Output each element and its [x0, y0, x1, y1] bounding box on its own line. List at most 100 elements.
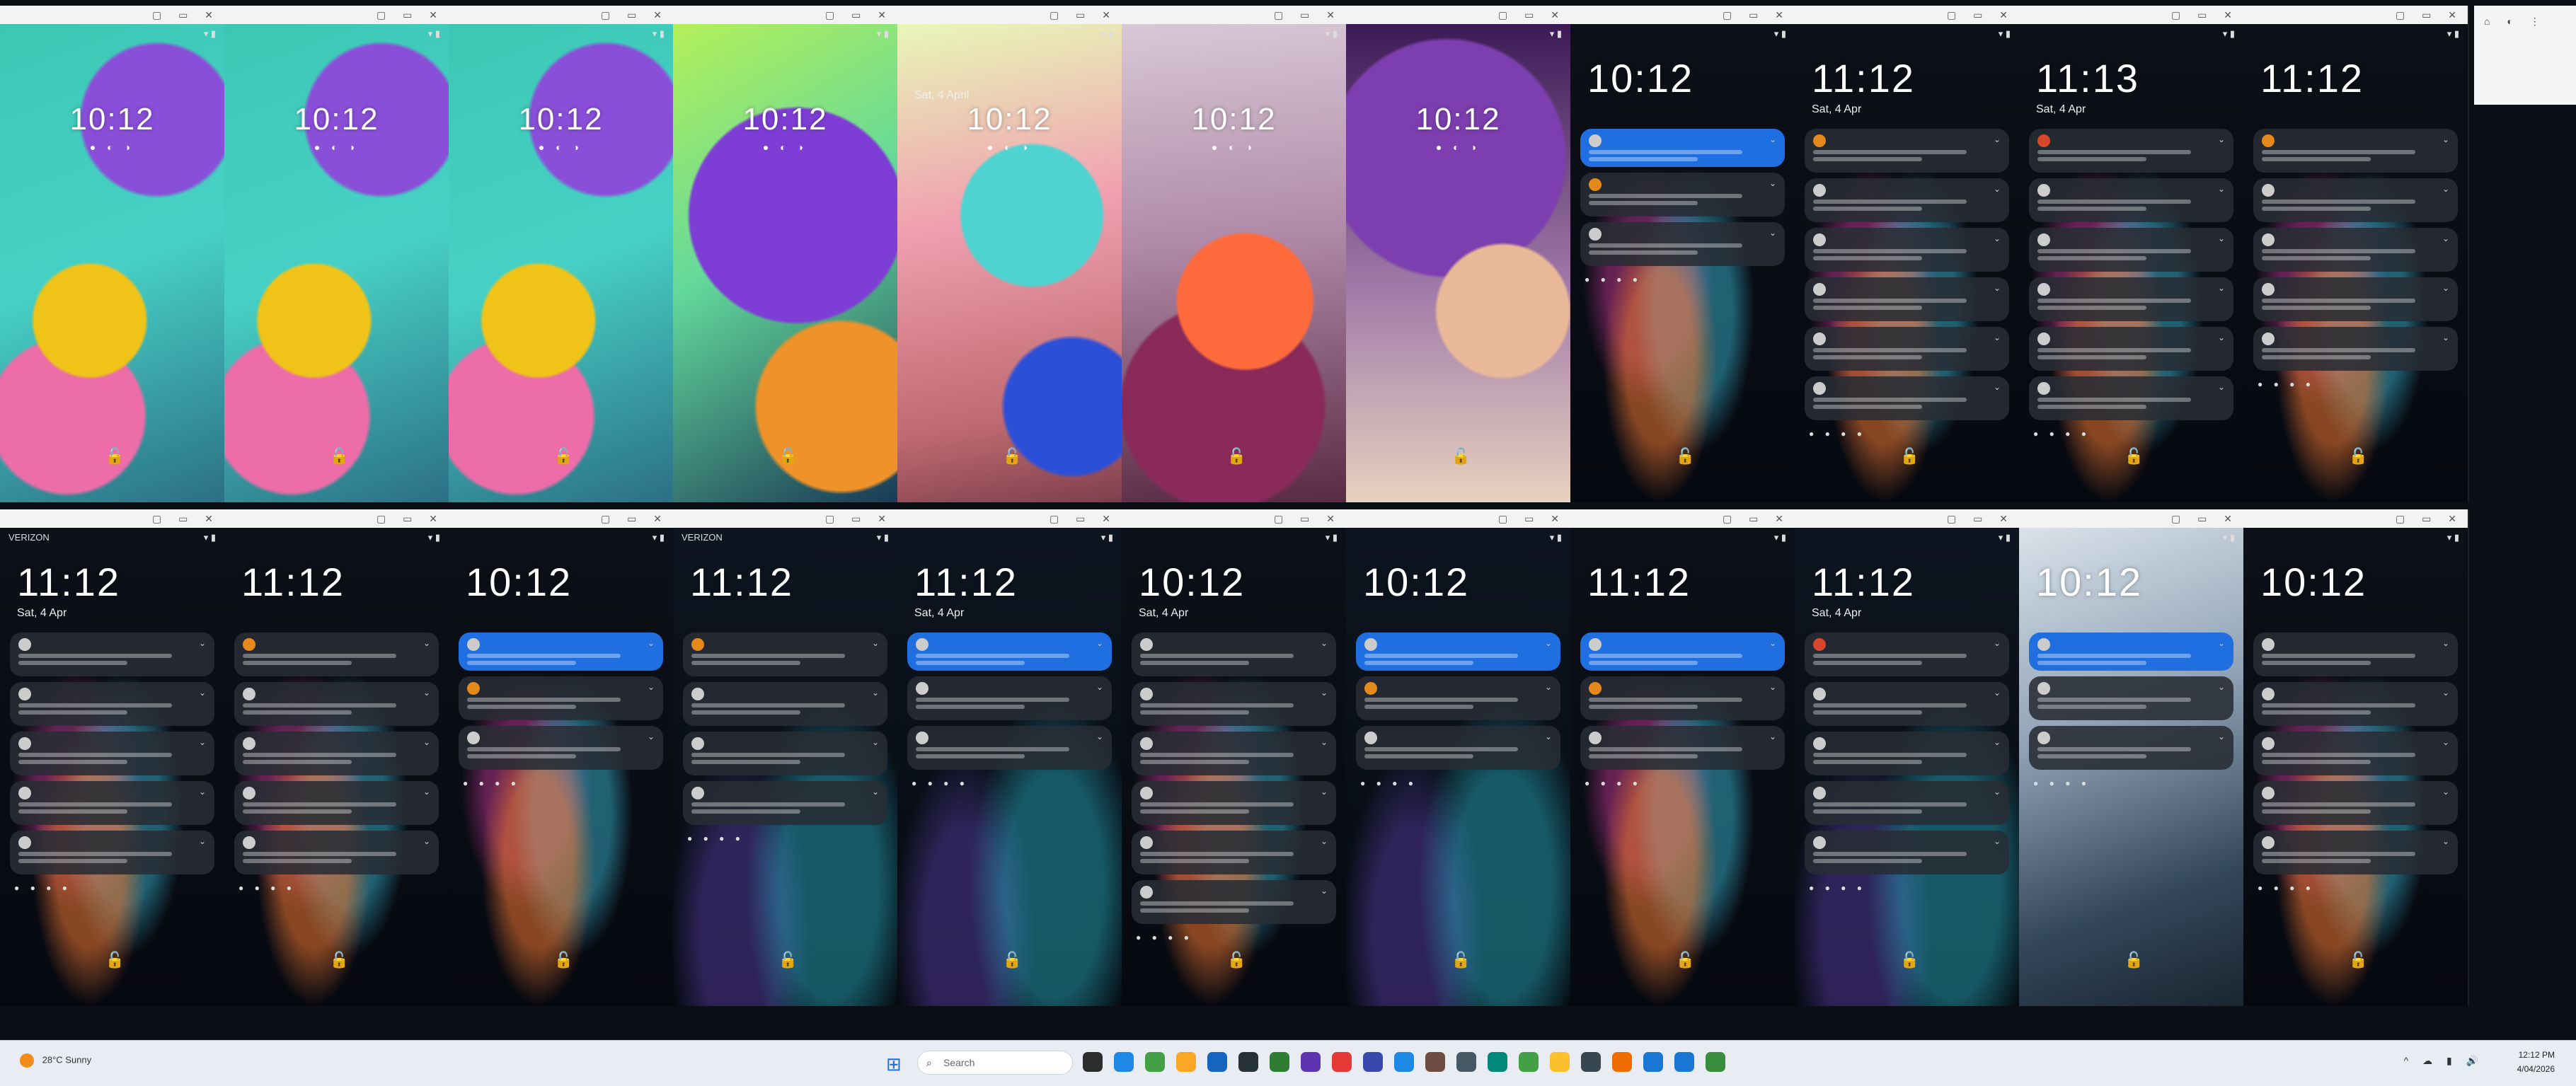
weather-widget[interactable]: 28°C Sunny — [20, 1053, 91, 1068]
chevron-down-icon[interactable]: ⌄ — [423, 737, 430, 747]
chevron-down-icon[interactable]: ⌄ — [1321, 638, 1328, 648]
window-controls[interactable]: ▢ ▭ ✕ — [601, 509, 669, 528]
chevron-down-icon[interactable]: ⌄ — [1769, 638, 1776, 648]
chevron-down-icon[interactable]: ⌄ — [1545, 638, 1552, 648]
notification-card[interactable]: ⌄ — [1805, 632, 2009, 676]
notification-card[interactable]: ⌄ — [1805, 129, 2009, 173]
window-controls[interactable]: ▢ ▭ ✕ — [1723, 6, 1790, 24]
window-controls[interactable]: ▢ ▭ ✕ — [1723, 509, 1790, 528]
chevron-down-icon[interactable]: ⌄ — [1096, 638, 1103, 648]
notification-card[interactable]: ⌄ — [2029, 129, 2233, 173]
chevron-down-icon[interactable]: ⌄ — [1096, 732, 1103, 741]
window-titlebar[interactable]: ▢ ▭ ✕ — [0, 509, 224, 528]
chevron-down-icon[interactable]: ⌄ — [872, 737, 879, 747]
chevron-down-icon[interactable]: ⌄ — [423, 688, 430, 698]
lock-screen[interactable]: VERIZON ▾ ▮ 11:12 ⌄ ⌄ ⌄ ⌄ ● ● ● ● 🔓 — [673, 528, 897, 1006]
lock-screen[interactable]: ▾ ▮ 11:12 Sat, 4 Apr ⌄ ⌄ ⌄ ⌄ ⌄ ● ● ● ● 🔓 — [1795, 528, 2019, 1006]
notification-card[interactable]: ⌄ — [10, 732, 214, 775]
notification-card[interactable]: ⌄ — [1805, 376, 2009, 420]
taskbar-app-icon[interactable] — [1581, 1052, 1601, 1072]
taskbar-app-icon[interactable] — [1083, 1052, 1103, 1072]
notification-card[interactable]: ⌄ — [1805, 228, 2009, 272]
phone-window-p15[interactable]: ▢ ▭ ✕ VERIZON ▾ ▮ 11:12 ⌄ ⌄ ⌄ ⌄ ● ● ● ● 🔓 — [673, 509, 899, 1006]
chevron-down-icon[interactable]: ⌄ — [872, 787, 879, 797]
notification-card[interactable]: ⌄ — [234, 831, 439, 874]
phone-window-p14[interactable]: ▢ ▭ ✕ ▾ ▮ 10:12 ⌄ ⌄ ⌄ ● ● ● ● 🔓 — [449, 509, 674, 1006]
lock-screen[interactable]: ▾ ▮ 11:12 ⌄ ⌄ ⌄ ⌄ ⌄ ● ● ● ● 🔓 — [2243, 24, 2468, 502]
notification-card[interactable]: ⌄ — [2029, 228, 2233, 272]
notification-card[interactable]: ⌄ — [683, 682, 887, 726]
notification-card[interactable]: ⌄ — [234, 682, 439, 726]
chevron-down-icon[interactable]: ⌄ — [872, 638, 879, 648]
notification-card[interactable]: ⌄ — [1805, 327, 2009, 371]
window-titlebar[interactable]: ▢ ▭ ✕ — [0, 6, 224, 24]
window-controls[interactable]: ▢ ▭ ✕ — [152, 6, 220, 24]
notification-card[interactable]: ⌄ — [1580, 726, 1785, 770]
notification-card[interactable]: ⌄ — [459, 676, 663, 720]
chevron-down-icon[interactable]: ⌄ — [1769, 178, 1776, 188]
notification-card[interactable]: ⌄ — [10, 831, 214, 874]
chevron-down-icon[interactable]: ⌄ — [199, 737, 206, 747]
notification-card[interactable]: ⌄ — [10, 781, 214, 825]
lock-screen[interactable]: ▾ ▮ 10:12 ● ◐ ◑ 🔓 — [673, 24, 897, 502]
notification-card[interactable]: ⌄ — [2029, 632, 2233, 671]
notification-card[interactable]: ⌄ — [234, 632, 439, 676]
window-titlebar[interactable]: ▢ ▭ ✕ — [1122, 509, 1346, 528]
chevron-down-icon[interactable]: ⌄ — [2218, 283, 2225, 293]
chevron-down-icon[interactable]: ⌄ — [2218, 184, 2225, 194]
notification-card[interactable]: ⌄ — [683, 732, 887, 775]
windows-start-icon[interactable]: ⊞ — [886, 1053, 902, 1075]
taskbar-app-icon[interactable] — [1550, 1052, 1570, 1072]
chevron-down-icon[interactable]: ⌄ — [1769, 228, 1776, 238]
notification-card[interactable]: ⌄ — [1132, 831, 1336, 874]
chevron-down-icon[interactable]: ⌄ — [872, 688, 879, 698]
chevron-down-icon[interactable]: ⌄ — [2442, 283, 2449, 293]
window-controls[interactable]: ▢ ▭ ✕ — [1947, 509, 2015, 528]
phone-window-p1[interactable]: ▢ ▭ ✕ ▾ ▮ 10:12 ● ◐ ◑ 🔓 — [0, 6, 226, 502]
notification-card[interactable]: ⌄ — [1805, 732, 2009, 775]
phone-window-p20[interactable]: ▢ ▭ ✕ ▾ ▮ 11:12 Sat, 4 Apr ⌄ ⌄ ⌄ ⌄ ⌄ ● ● ● ● 🔓 — [1795, 509, 2020, 1006]
window-titlebar[interactable]: ▢ ▭ ✕ — [673, 6, 897, 24]
chevron-down-icon[interactable]: ⌄ — [2218, 382, 2225, 392]
window-titlebar[interactable]: ▢ ▭ ✕ — [897, 6, 1122, 24]
notification-card[interactable]: ⌄ — [683, 781, 887, 825]
notification-card[interactable]: ⌄ — [459, 632, 663, 671]
chevron-down-icon[interactable]: ⌄ — [423, 787, 430, 797]
chevron-down-icon[interactable]: ⌄ — [1994, 283, 2001, 293]
notification-card[interactable]: ⌄ — [907, 676, 1112, 720]
phone-window-p18[interactable]: ▢ ▭ ✕ ▾ ▮ 10:12 ⌄ ⌄ ⌄ ● ● ● ● 🔓 — [1346, 509, 1572, 1006]
window-titlebar[interactable]: ▢ ▭ ✕ — [1795, 6, 2019, 24]
phone-window-p4[interactable]: ▢ ▭ ✕ ▾ ▮ 10:12 ● ◐ ◑ 🔓 — [673, 6, 899, 502]
window-titlebar[interactable]: ▢ ▭ ✕ — [1570, 6, 1795, 24]
system-tray[interactable]: ^ ☁ ▮ 🔊 — [2404, 1055, 2484, 1067]
phone-window-p10[interactable]: ▢ ▭ ✕ ▾ ▮ 11:13 Sat, 4 Apr ⌄ ⌄ ⌄ ⌄ ⌄ ⌄ ● ● ● ● 🔓 — [2019, 6, 2245, 502]
chevron-down-icon[interactable]: ⌄ — [2218, 682, 2225, 692]
chevron-down-icon[interactable]: ⌄ — [2442, 333, 2449, 342]
notification-card[interactable]: ⌄ — [2253, 732, 2458, 775]
taskbar-app-icon[interactable] — [1301, 1052, 1321, 1072]
phone-window-p16[interactable]: ▢ ▭ ✕ ▾ ▮ 11:12 Sat, 4 Apr ⌄ ⌄ ⌄ ● ● ● ● 🔓 — [897, 509, 1123, 1006]
window-titlebar[interactable]: ▢ ▭ ✕ — [1570, 509, 1795, 528]
search-input[interactable]: ⌕ Search — [917, 1051, 1073, 1075]
chevron-down-icon[interactable]: ⌄ — [2442, 184, 2449, 194]
notification-card[interactable]: ⌄ — [2029, 376, 2233, 420]
chevron-down-icon[interactable]: ⌄ — [2442, 787, 2449, 797]
taskbar-app-icon[interactable] — [1238, 1052, 1258, 1072]
chevron-down-icon[interactable]: ⌄ — [2442, 688, 2449, 698]
lock-screen[interactable]: ▾ ▮ 10:12 ● ◐ ◑ 🔓 — [449, 24, 673, 502]
notification-card[interactable]: ⌄ — [2253, 781, 2458, 825]
chevron-down-icon[interactable]: ⌄ — [1994, 184, 2001, 194]
notification-card[interactable]: ⌄ — [1356, 676, 1560, 720]
notification-card[interactable]: ⌄ — [459, 726, 663, 770]
notification-card[interactable]: ⌄ — [1356, 632, 1560, 671]
window-titlebar[interactable]: ▢ ▭ ✕ — [224, 509, 449, 528]
chevron-down-icon[interactable]: ⌄ — [1321, 787, 1328, 797]
phone-window-p13[interactable]: ▢ ▭ ✕ ▾ ▮ 11:12 ⌄ ⌄ ⌄ ⌄ ⌄ ● ● ● ● 🔓 — [224, 509, 450, 1006]
phone-window-p5[interactable]: ▢ ▭ ✕ ▾ ▮ 10:12 Sat, 4 April ● ◐ ◑ 🔓 — [897, 6, 1123, 502]
chevron-down-icon[interactable]: ⌄ — [648, 638, 655, 648]
lock-screen[interactable]: ▾ ▮ 10:12 ● ◐ ◑ 🔓 — [1346, 24, 1570, 502]
window-controls[interactable]: ▢ ▭ ✕ — [1947, 6, 2015, 24]
taskbar-app-icon[interactable] — [1519, 1052, 1539, 1072]
lock-screen[interactable]: ▾ ▮ 11:13 Sat, 4 Apr ⌄ ⌄ ⌄ ⌄ ⌄ ⌄ ● ● ● ● 🔓 — [2019, 24, 2243, 502]
window-controls[interactable]: ▢ ▭ ✕ — [376, 509, 444, 528]
